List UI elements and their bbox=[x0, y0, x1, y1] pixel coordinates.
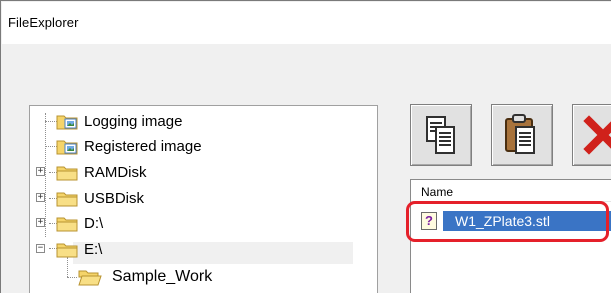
paste-button[interactable] bbox=[491, 104, 553, 166]
delete-button[interactable] bbox=[572, 104, 611, 166]
tree-item-label: RAMDisk bbox=[84, 163, 147, 181]
tree-item-registered-image[interactable]: Registered image bbox=[56, 134, 202, 158]
copy-icon bbox=[426, 116, 455, 154]
folder-icon bbox=[56, 241, 78, 258]
expand-toggle[interactable]: + bbox=[36, 218, 45, 227]
window-title: FileExplorer bbox=[8, 15, 79, 30]
column-header-name[interactable]: Name bbox=[411, 180, 611, 202]
folder-icon bbox=[56, 190, 78, 207]
tree-item-logging-image[interactable]: Logging image bbox=[56, 109, 182, 133]
tree-item-usbdisk[interactable]: USBDisk bbox=[56, 186, 144, 210]
paste-icon bbox=[505, 114, 535, 154]
tree-item-sample-work[interactable]: Sample_Work bbox=[78, 265, 212, 289]
delete-x-icon bbox=[583, 115, 611, 155]
tree-item-label: E:\ bbox=[84, 240, 103, 258]
collapse-toggle[interactable]: − bbox=[36, 244, 45, 253]
tree-item-label: Sample_Work bbox=[112, 268, 213, 285]
tree-item-label: Logging image bbox=[84, 112, 183, 130]
title-bar: FileExplorer bbox=[2, 2, 611, 44]
folder-icon bbox=[56, 215, 78, 232]
folder-icon bbox=[56, 164, 78, 181]
picture-folder-icon bbox=[56, 113, 78, 130]
tree-item-drive-d[interactable]: D:\ bbox=[56, 211, 103, 235]
picture-folder-icon bbox=[56, 138, 78, 155]
copy-button[interactable] bbox=[410, 104, 472, 166]
expand-toggle[interactable]: + bbox=[36, 167, 45, 176]
expand-toggle[interactable]: + bbox=[36, 193, 45, 202]
file-explorer-window: FileExplorer Logging image Registered im… bbox=[0, 0, 611, 293]
tree-item-label: USBDisk bbox=[84, 189, 145, 207]
column-header-label: Name bbox=[421, 185, 454, 199]
tree-item-label: D:\ bbox=[84, 214, 104, 232]
tree-item-ramdisk[interactable]: RAMDisk bbox=[56, 160, 147, 184]
tree-item-label: Registered image bbox=[84, 137, 202, 155]
highlight-annotation bbox=[406, 201, 609, 242]
tree-item-drive-e[interactable]: E:\ bbox=[56, 237, 102, 261]
open-folder-icon bbox=[78, 268, 102, 286]
